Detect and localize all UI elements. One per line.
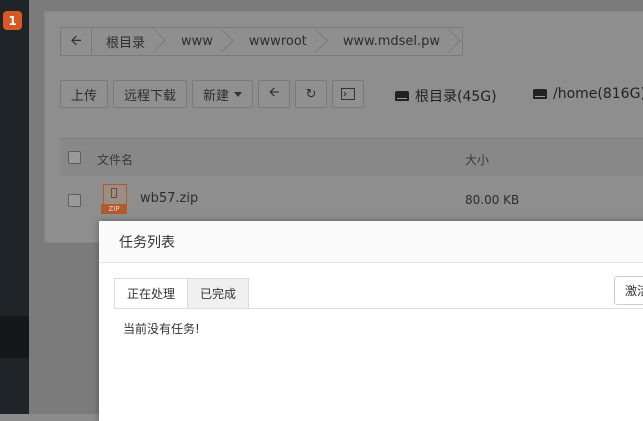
upload-button[interactable]: 上传	[60, 80, 109, 108]
tab-divider	[114, 308, 643, 309]
select-all-checkbox[interactable]	[68, 151, 81, 164]
file-name[interactable]: wb57.zip	[140, 191, 198, 206]
breadcrumb-item-root[interactable]: 根目录	[92, 28, 167, 55]
hard-drive-icon	[533, 89, 547, 99]
zip-file-icon: ZIP	[101, 184, 127, 214]
modal-title: 任务列表	[99, 221, 643, 263]
modal-tabs: 正在处理 已完成	[114, 278, 250, 309]
table-row[interactable]: ZIP wb57.zip 80.00 KB	[60, 176, 643, 224]
empty-task-message: 当前没有任务!	[123, 322, 200, 336]
back-arrow-icon[interactable]: 🡨	[61, 28, 92, 55]
tab-processing[interactable]: 正在处理	[114, 278, 189, 309]
arrow-left-icon: 🡨	[268, 85, 280, 100]
toolbar: 上传 远程下载 新建 🡨 ↻	[60, 79, 365, 109]
file-table-header: 文件名 大小	[60, 138, 643, 177]
breadcrumb: 🡨 根目录 www wwwroot www.mdsel.pw	[60, 27, 464, 56]
task-list-modal: 任务列表 正在处理 已完成 激活 当前没有任务!	[99, 221, 643, 421]
breadcrumb-item-wwwroot[interactable]: wwwroot	[235, 28, 329, 55]
row-checkbox[interactable]	[68, 194, 81, 207]
refresh-button[interactable]: ↻	[295, 80, 328, 108]
zip-file-mark	[111, 188, 117, 198]
disk-root[interactable]: 根目录(45G)	[395, 86, 497, 106]
breadcrumb-item-www[interactable]: www	[167, 28, 235, 55]
breadcrumb-item-site[interactable]: www.mdsel.pw	[329, 28, 462, 55]
disk-root-label: 根目录(45G)	[415, 89, 497, 105]
activate-button[interactable]: 激活	[614, 276, 643, 305]
tab-completed[interactable]: 已完成	[188, 278, 250, 309]
sidebar: 1	[0, 0, 29, 414]
new-dropdown-button[interactable]: 新建	[192, 80, 254, 108]
column-header-name[interactable]: 文件名	[97, 151, 133, 168]
refresh-icon: ↻	[305, 86, 317, 102]
remote-download-button[interactable]: 远程下载	[113, 80, 188, 108]
sidebar-active-item[interactable]	[0, 316, 29, 358]
disk-home-label: /home(816G)	[553, 86, 643, 102]
notification-badge[interactable]: 1	[3, 11, 22, 30]
file-size: 80.00 KB	[465, 193, 520, 207]
disk-home[interactable]: /home(816G)	[533, 86, 643, 102]
terminal-button[interactable]	[332, 80, 365, 108]
caret-down-icon	[234, 91, 243, 97]
terminal-icon	[341, 88, 356, 100]
back-button[interactable]: 🡨	[258, 80, 291, 108]
column-header-size[interactable]: 大小	[465, 151, 489, 168]
new-button-label: 新建	[203, 88, 230, 104]
hard-drive-icon	[395, 91, 409, 101]
zip-file-tag: ZIP	[101, 204, 127, 214]
